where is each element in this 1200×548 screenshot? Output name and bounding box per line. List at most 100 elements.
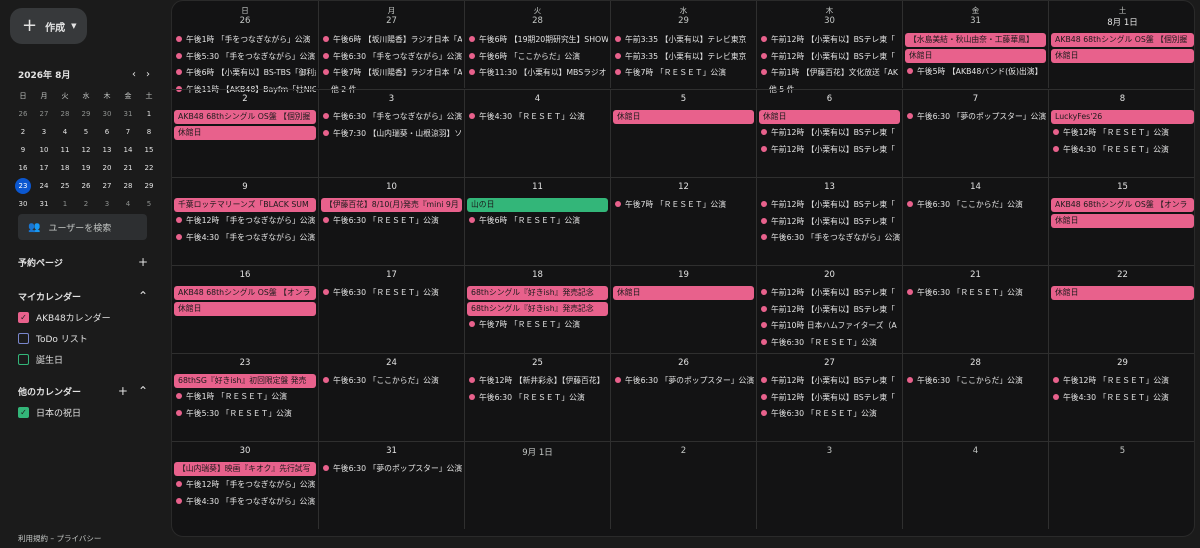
- calendar-event[interactable]: 午後4:30 「ＲＥＳＥＴ」公演: [1051, 391, 1194, 405]
- calendar-event[interactable]: 休館日: [759, 110, 900, 124]
- day-cell[interactable]: 14 午後6:30 「ここからだ」公演: [902, 178, 1048, 265]
- calendar-event[interactable]: 午後12時 「ＲＥＳＥＴ」公演: [1051, 126, 1194, 140]
- mini-day[interactable]: 29: [139, 177, 159, 195]
- mini-day[interactable]: 28: [55, 105, 75, 123]
- add-calendar-icon[interactable]: +: [118, 384, 128, 398]
- calendar-event[interactable]: 午後4:30 「手をつなぎながら」公演: [174, 231, 316, 245]
- day-cell[interactable]: 11 山の日 午後6時 「ＲＥＳＥＴ」公演: [464, 178, 610, 265]
- day-cell[interactable]: 2: [610, 442, 756, 529]
- mini-day[interactable]: 14: [118, 141, 138, 159]
- calendar-event[interactable]: 休館日: [1051, 286, 1194, 300]
- day-number[interactable]: 9月 1日: [465, 446, 610, 458]
- day-cell[interactable]: 水 29 午前3:35 【小栗有以】テレビ東京 午前3:35 【小栗有以】テレビ東京午…: [610, 1, 756, 88]
- create-button[interactable]: + 作成 ▼: [10, 8, 87, 44]
- mini-day[interactable]: 30: [13, 195, 33, 213]
- calendar-event[interactable]: 午後6:30 「ここからだ」公演: [905, 374, 1046, 388]
- mini-day[interactable]: 7: [118, 123, 138, 141]
- calendar-event[interactable]: 午後7時 【坂川陽香】ラジオ日本「AKB: [321, 66, 462, 80]
- mini-day[interactable]: 2: [76, 195, 96, 213]
- day-cell[interactable]: 2 AKB48 68thシングル OS盤 【個別握 休館日: [172, 90, 318, 177]
- calendar-event[interactable]: 午後12時 【新井彩永】【伊藤百花】: [467, 374, 608, 388]
- calendar-event[interactable]: 【伊藤百花】8/10(月)発売『mini 9月: [321, 198, 462, 212]
- mini-day[interactable]: 8: [139, 123, 159, 141]
- calendar-event[interactable]: 午前12時 【小栗有以】BSテレ東「: [759, 215, 900, 229]
- calendar-event[interactable]: 午前10時 日本ハムファイターズ（A: [759, 319, 900, 333]
- day-number[interactable]: 11: [465, 182, 610, 192]
- calendar-event[interactable]: 午後6時 【小栗有以】BS-TBS「御利益: [174, 66, 316, 80]
- calendar-event[interactable]: 午後6:30 「手をつなぎながら」公演: [321, 50, 462, 64]
- mini-day[interactable]: 16: [13, 159, 33, 177]
- mini-day[interactable]: 10: [34, 141, 54, 159]
- day-number[interactable]: 31: [319, 446, 464, 456]
- day-cell[interactable]: 土 8月 1日 AKB48 68thシングル OS盤 【個別握 休館日: [1048, 1, 1194, 88]
- search-users-button[interactable]: 👥 ユーザーを検索: [18, 214, 147, 240]
- day-cell[interactable]: 9 千葉ロッテマリーンズ「BLACK SUM 午後12時 「手をつなぎながら」公演午…: [172, 178, 318, 265]
- day-cell[interactable]: 月 27 午後6時 【坂川陽香】ラジオ日本「AK 午後6:30 「手をつなぎながら」公…: [318, 1, 464, 94]
- day-number[interactable]: 5: [611, 94, 756, 104]
- calendar-item[interactable]: 誕生日: [18, 353, 63, 366]
- calendar-event[interactable]: 午後6:30 「手をつなぎながら」公演: [759, 231, 900, 245]
- day-number[interactable]: 31: [903, 16, 1048, 26]
- day-number[interactable]: 28: [465, 16, 610, 26]
- calendar-event[interactable]: 休館日: [1051, 214, 1194, 228]
- checkbox-checked-icon[interactable]: ✓: [18, 312, 29, 323]
- mini-day[interactable]: 11: [55, 141, 75, 159]
- day-number[interactable]: 28: [903, 358, 1048, 368]
- calendar-event[interactable]: 休館日: [174, 126, 316, 140]
- mini-day[interactable]: 6: [97, 123, 117, 141]
- day-cell[interactable]: 31 午後6:30 「夢のポップスター」公演: [318, 442, 464, 529]
- day-cell[interactable]: 27 午前12時 【小栗有以】BSテレ東「 午前12時 【小栗有以】BSテレ東「 午後…: [756, 354, 902, 441]
- day-number[interactable]: 30: [757, 16, 902, 26]
- calendar-event[interactable]: AKB48 68thシングル OS盤 【オンラ: [174, 286, 316, 300]
- day-cell[interactable]: 10 【伊藤百花】8/10(月)発売『mini 9月 午後6:30 「ＲＥＳＥＴ」公…: [318, 178, 464, 265]
- mini-day[interactable]: 3: [97, 195, 117, 213]
- day-cell[interactable]: 25 午後12時 【新井彩永】【伊藤百花】 午後6:30 「ＲＥＳＥＴ」公演: [464, 354, 610, 441]
- day-number[interactable]: 8: [1049, 94, 1194, 104]
- calendar-event[interactable]: 休館日: [613, 286, 754, 300]
- calendar-event[interactable]: 午前12時 【小栗有以】BSテレ東「: [759, 391, 900, 405]
- day-number[interactable]: 23: [172, 358, 318, 368]
- calendar-event[interactable]: 68thシングル『好きish』発売記念: [467, 286, 608, 300]
- calendar-event[interactable]: 午後7:30 【山内瑞葵・山根涼羽】ソ: [321, 127, 462, 141]
- calendar-event[interactable]: 午後11:30 【小栗有以】MBSラジオ: [467, 66, 608, 80]
- day-number[interactable]: 8月 1日: [1049, 16, 1194, 28]
- day-number[interactable]: 29: [611, 16, 756, 26]
- calendar-event[interactable]: 午後6時 【坂川陽香】ラジオ日本「AK: [321, 33, 462, 47]
- mini-day-today[interactable]: 23: [15, 178, 31, 194]
- day-cell[interactable]: 木 30 午前12時 【小栗有以】BSテレ東「 午前12時 【小栗有以】BSテレ東「午…: [756, 1, 902, 94]
- mini-day[interactable]: 20: [97, 159, 117, 177]
- day-number[interactable]: 6: [757, 94, 902, 104]
- calendar-event[interactable]: AKB48 68thシングル OS盤 【個別握: [174, 110, 316, 124]
- day-number[interactable]: 26: [172, 16, 318, 26]
- calendar-item[interactable]: ToDo リスト: [18, 332, 88, 345]
- add-booking-page-icon[interactable]: +: [138, 255, 148, 269]
- calendar-event[interactable]: 午後6時 「ここからだ」公演: [467, 50, 608, 64]
- day-cell[interactable]: 13 午前12時 【小栗有以】BSテレ東「 午前12時 【小栗有以】BSテレ東「 午後…: [756, 178, 902, 265]
- day-cell[interactable]: 12 午後7時 「ＲＥＳＥＴ」公演: [610, 178, 756, 265]
- day-number[interactable]: 29: [1049, 358, 1194, 368]
- mini-day[interactable]: 9: [13, 141, 33, 159]
- calendar-event[interactable]: 午後6時 「ＲＥＳＥＴ」公演: [467, 214, 608, 228]
- mini-day[interactable]: 24: [34, 177, 54, 195]
- calendar-event[interactable]: 午前12時 【小栗有以】BSテレ東「: [759, 286, 900, 300]
- day-number[interactable]: 3: [757, 446, 902, 456]
- day-number[interactable]: 30: [172, 446, 318, 456]
- day-number[interactable]: 27: [319, 16, 464, 26]
- calendar-event[interactable]: 午後7時 「ＲＥＳＥＴ」公演: [613, 66, 754, 80]
- day-cell[interactable]: 火 28 午後6時 【19期20期研究生】SHOW 午後6時 「ここからだ」公演 午後1…: [464, 1, 610, 88]
- mini-day[interactable]: 4: [118, 195, 138, 213]
- checkbox-empty-icon[interactable]: [18, 333, 29, 344]
- day-cell[interactable]: 21 午後6:30 「ＲＥＳＥＴ」公演: [902, 266, 1048, 353]
- calendar-event[interactable]: 休館日: [1051, 49, 1194, 63]
- day-number[interactable]: 15: [1049, 182, 1194, 192]
- day-number[interactable]: 20: [757, 270, 902, 280]
- calendar-event[interactable]: 午後5:30 「ＲＥＳＥＴ」公演: [174, 407, 316, 421]
- day-cell[interactable]: 19 休館日: [610, 266, 756, 353]
- mini-day[interactable]: 5: [139, 195, 159, 213]
- calendar-event[interactable]: 午後4:30 「ＲＥＳＥＴ」公演: [467, 110, 608, 124]
- calendar-event[interactable]: 午前12時 【小栗有以】BSテレ東「: [759, 198, 900, 212]
- day-number[interactable]: 7: [903, 94, 1048, 104]
- mini-day[interactable]: 26: [13, 105, 33, 123]
- mini-day[interactable]: 30: [97, 105, 117, 123]
- calendar-event[interactable]: 午後7時 「ＲＥＳＥＴ」公演: [613, 198, 754, 212]
